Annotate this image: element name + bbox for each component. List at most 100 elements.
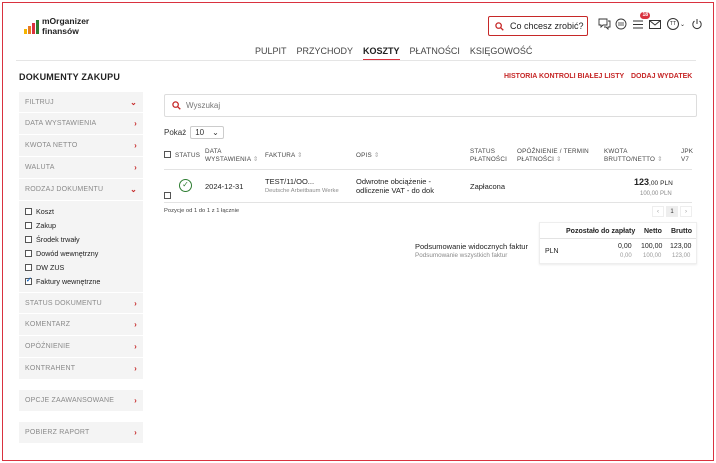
- doc-type-option[interactable]: DW ZUS: [19, 260, 143, 274]
- pagination-next[interactable]: ›: [680, 206, 692, 217]
- download-report-label: POBIERZ RAPORT: [25, 429, 90, 436]
- col-date[interactable]: DATA WYSTAWIENIA ⇕: [205, 148, 258, 164]
- check-circle-icon: ✓: [179, 179, 192, 192]
- doc-type-label: Zakup: [36, 220, 56, 230]
- filter-comment[interactable]: KOMENTARZ ›: [19, 314, 143, 336]
- filter-label: FILTRUJ: [25, 98, 54, 106]
- chevron-right-icon: ›: [134, 163, 137, 172]
- checkbox[interactable]: [25, 221, 32, 229]
- doc-type-option[interactable]: Środek trwały: [19, 232, 143, 246]
- tasks-icon[interactable]: 18: [631, 12, 650, 31]
- chevron-down-icon: ⌄: [130, 97, 137, 107]
- filter-date[interactable]: DATA WYSTAWIENIA ›: [19, 113, 143, 135]
- logo-line-1: mOrganizer: [42, 16, 90, 26]
- table-row-divider: [164, 202, 692, 203]
- col-delay[interactable]: OPÓŹNIENIE / TERMIN PŁATNOŚCI ⇕: [517, 148, 589, 164]
- currency-icon[interactable]: [614, 17, 628, 31]
- pagination-page[interactable]: 1: [666, 206, 678, 217]
- chat-icon[interactable]: [597, 17, 611, 31]
- summary-visible-net: 100,00: [641, 243, 663, 250]
- page-size-control: Pokaż 10 ⌄: [164, 126, 224, 139]
- col-amount[interactable]: KWOTA BRUTTO/NETTO ⇕: [604, 148, 663, 164]
- mail-icon[interactable]: [648, 17, 662, 31]
- checkbox[interactable]: [25, 249, 32, 257]
- nav-przychody[interactable]: PRZYCHODY: [297, 46, 354, 61]
- col-payment-status[interactable]: STATUS PŁATNOŚCI: [470, 148, 507, 164]
- row-gross-decimals: ,00: [649, 180, 659, 187]
- col-delay-line-1: OPÓŹNIENIE / TERMIN: [517, 148, 589, 155]
- doc-type-option[interactable]: Dowód wewnętrzny: [19, 246, 143, 260]
- quick-action-button[interactable]: Co chcesz zrobić?: [488, 16, 588, 36]
- col-invoice[interactable]: FAKTURA ⇕: [265, 152, 303, 160]
- filter-currency[interactable]: WALUTA ›: [19, 157, 143, 179]
- chevron-down-icon: ⌄: [679, 21, 686, 28]
- checkbox[interactable]: [25, 207, 32, 215]
- row-gross-currency: PLN: [660, 180, 673, 187]
- advanced-options-label: OPCJE ZAAWANSOWANE: [25, 397, 115, 404]
- row-gross-main: 123: [634, 177, 650, 187]
- row-checkbox[interactable]: [164, 192, 171, 199]
- col-payment-status-line-1: STATUS: [470, 148, 496, 155]
- col-payment-status-line-2: PŁATNOŚCI: [470, 156, 508, 163]
- row-description-1: Odwrotne obciążenie -: [356, 177, 432, 186]
- col-jpk[interactable]: JPK V7: [681, 148, 693, 164]
- chevron-down-icon: ⌄: [130, 185, 137, 194]
- row-date: 2024-12-31: [205, 182, 244, 191]
- download-report[interactable]: POBIERZ RAPORT ›: [19, 422, 143, 444]
- filter-doc-type-label: RODZAJ DOKUMENTU: [25, 186, 104, 193]
- summary-visible-label: Podsumowanie widocznych faktur: [415, 242, 528, 251]
- filter-delay[interactable]: OPÓŹNIENIE ›: [19, 336, 143, 358]
- user-icon[interactable]: TT ⌄: [665, 17, 687, 31]
- search-input[interactable]: Wyszukaj: [164, 94, 697, 117]
- logo-icon: [24, 20, 40, 34]
- power-icon[interactable]: [690, 17, 704, 31]
- checkbox-checked[interactable]: [25, 276, 32, 285]
- history-link[interactable]: HISTORIA KONTROLI BIAŁEJ LISTY: [504, 73, 624, 80]
- user-initials: TT: [666, 18, 679, 30]
- col-invoice-label: FAKTURA: [265, 152, 296, 159]
- filter-contractor-label: KONTRAHENT: [25, 365, 76, 372]
- doc-type-option[interactable]: Faktury wewnętrzne: [19, 274, 143, 288]
- nav-platnosci[interactable]: PŁATNOŚCI: [410, 46, 460, 61]
- col-amount-line-2: BRUTTO/NETTO: [604, 156, 656, 163]
- nav-ksiegowosc[interactable]: KSIĘGOWOŚĆ: [470, 46, 533, 61]
- sort-icon: ⇕: [555, 156, 562, 163]
- header-divider: [16, 60, 696, 61]
- row-net: 100,00 PLN: [640, 191, 672, 197]
- filter-currency-label: WALUTA: [25, 164, 55, 171]
- sort-icon: ⇕: [297, 152, 303, 159]
- select-all-checkbox[interactable]: [164, 151, 171, 158]
- page-size-value: 10: [195, 128, 205, 137]
- advanced-options[interactable]: OPCJE ZAAWANSOWANE ›: [19, 390, 143, 412]
- doc-type-option[interactable]: Koszt: [19, 204, 143, 218]
- filter-contractor[interactable]: KONTRAHENT ›: [19, 358, 143, 380]
- nav-pulpit[interactable]: PULPIT: [255, 46, 287, 61]
- doc-type-option[interactable]: Zakup: [19, 218, 143, 232]
- page-size-select[interactable]: 10 ⌄: [190, 126, 224, 139]
- row-description-2: odliczenie VAT - do dok: [356, 186, 434, 195]
- chevron-right-icon: ›: [134, 396, 137, 405]
- search-icon: [495, 21, 504, 31]
- filter-doc-type[interactable]: RODZAJ DOKUMENTU ⌄: [19, 179, 143, 201]
- table-info: Pozycje od 1 do 1 z 1 łącznie: [164, 208, 240, 214]
- filter-header[interactable]: FILTRUJ ⌄: [19, 92, 143, 113]
- logo-line-2: finansów: [42, 26, 79, 36]
- col-status[interactable]: STATUS: [175, 152, 200, 160]
- chevron-right-icon: ›: [134, 364, 137, 373]
- row-invoice[interactable]: TEST/11/OO...: [265, 177, 314, 186]
- filter-doc-status[interactable]: STATUS DOKUMENTU ›: [19, 292, 143, 314]
- checkbox[interactable]: [25, 235, 32, 243]
- add-expense-link[interactable]: DODAJ WYDATEK: [631, 73, 692, 80]
- summary-currency: PLN: [545, 248, 559, 255]
- pagination-prev[interactable]: ‹: [652, 206, 664, 217]
- row-payment-status: Zapłacona: [470, 182, 506, 191]
- nav-koszty[interactable]: KOSZTY: [363, 46, 400, 61]
- doc-type-label: DW ZUS: [36, 262, 65, 272]
- filter-net-amount[interactable]: KWOTA NETTO ›: [19, 135, 143, 157]
- sort-icon: ⇕: [252, 156, 259, 163]
- logo[interactable]: mOrganizer finansów: [42, 16, 89, 36]
- page-size-label: Pokaż: [164, 128, 187, 137]
- col-description[interactable]: OPIS ⇕: [356, 152, 379, 160]
- summary-col-remaining: Pozostało do zapłaty: [566, 228, 636, 235]
- checkbox[interactable]: [25, 263, 32, 271]
